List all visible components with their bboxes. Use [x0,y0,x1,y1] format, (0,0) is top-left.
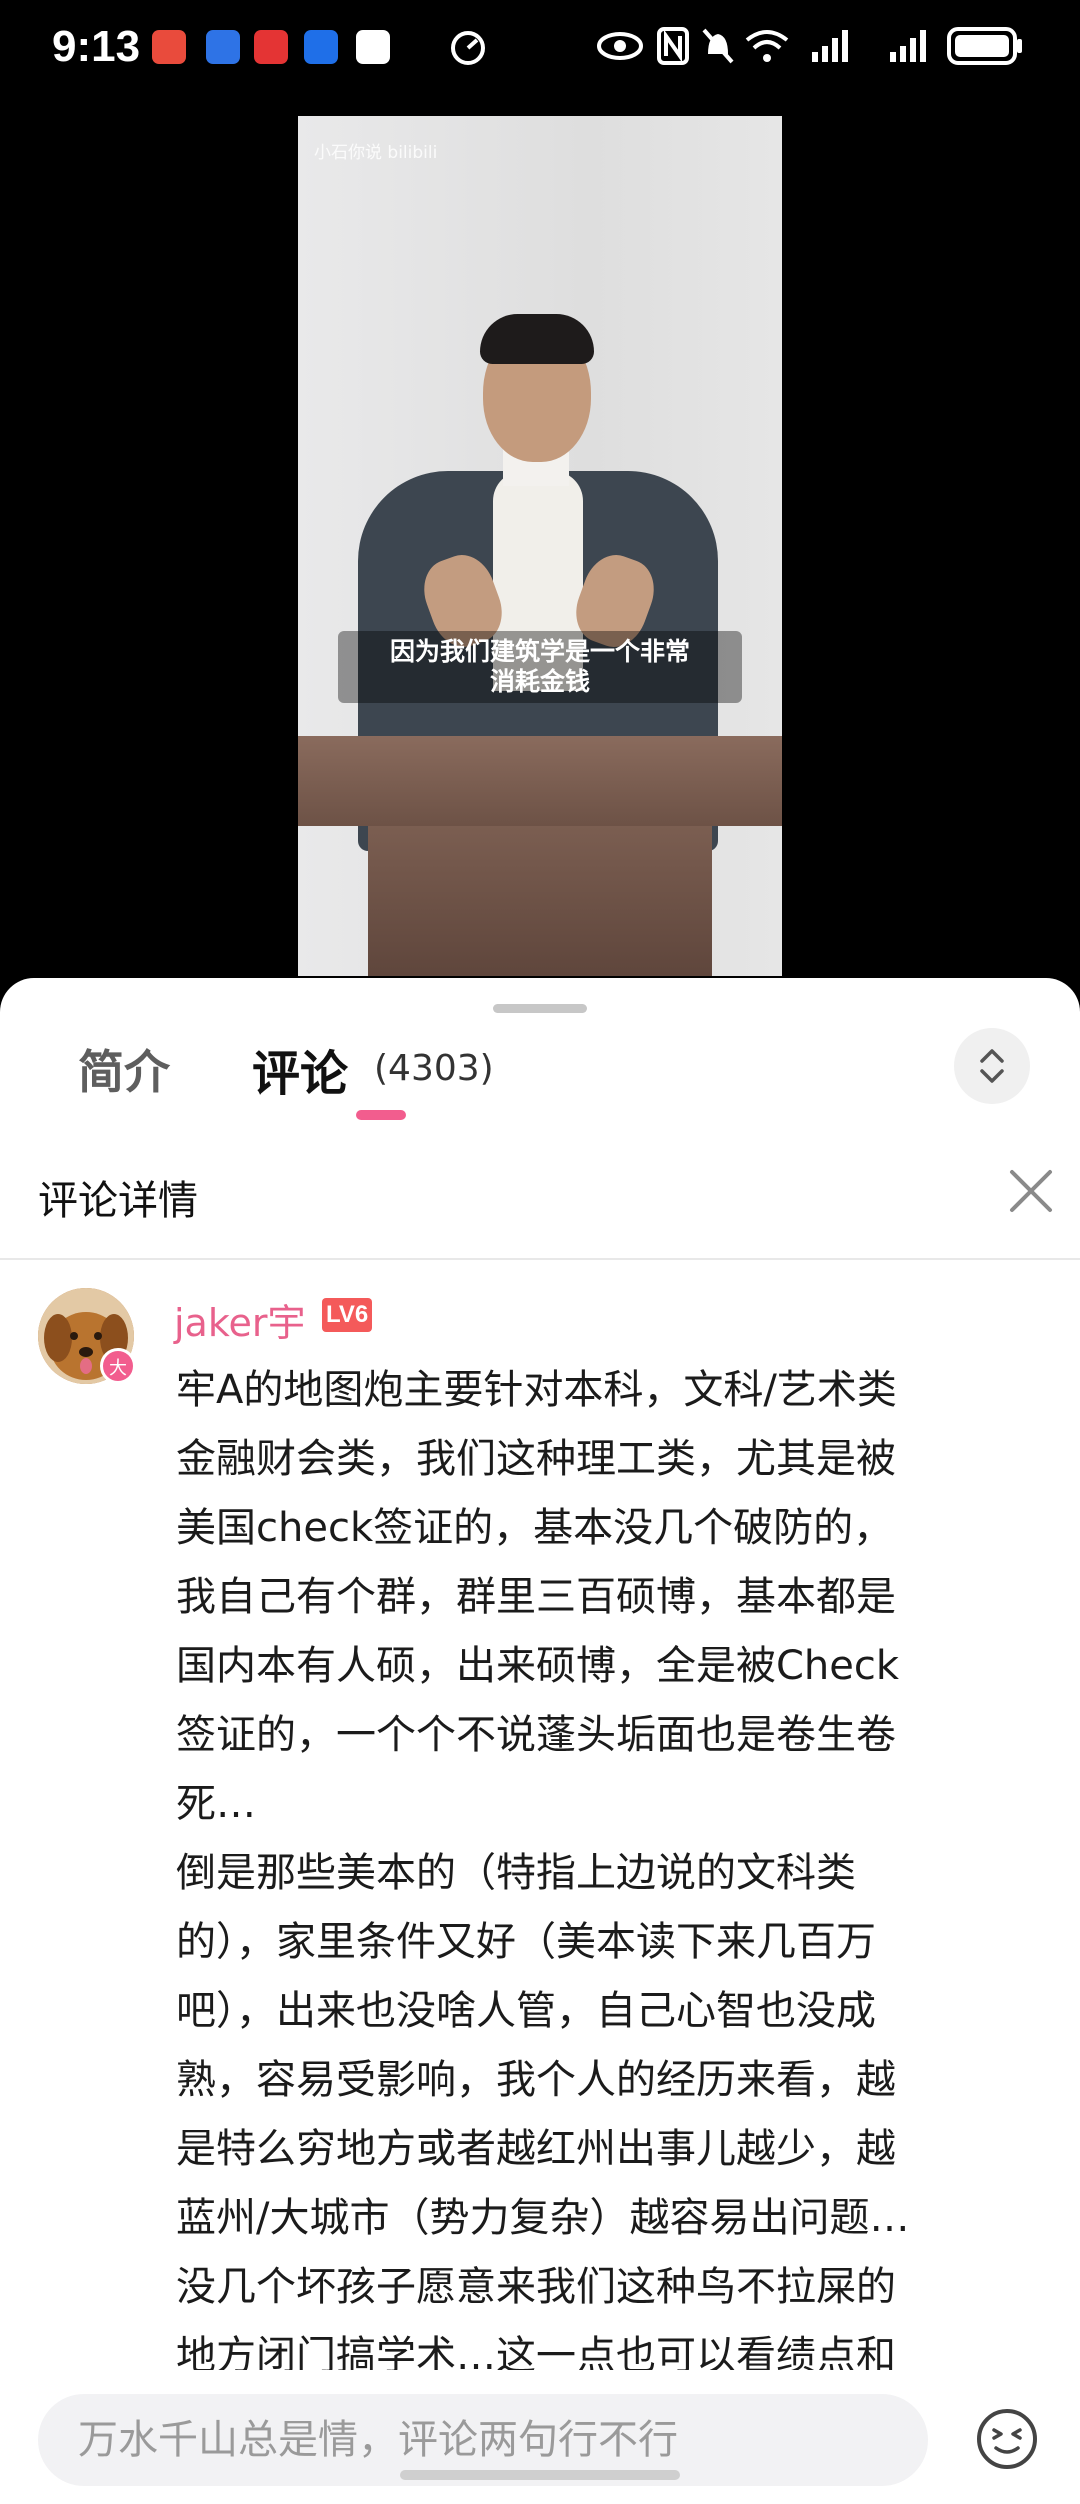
m-app-notification-icon [356,30,390,64]
comment-input-bar: 万水千山总是情，评论两句行不行 [0,2370,1080,2504]
panel-title: 评论详情 [38,1178,198,1224]
vip-badge: 大 [100,1348,136,1384]
video-player[interactable]: 小石你说 bilibili 因为我们建筑学是一个非常 消耗金钱 [298,116,782,976]
video-watermark: 小石你说 bilibili [314,143,438,163]
app-notification-icon [254,30,288,64]
signal-2-icon [890,30,926,62]
comment-count: (4303) [374,1048,494,1089]
bulb-notification-icon [304,30,338,64]
eye-icon [597,32,643,60]
expand-collapse-button[interactable] [954,1028,1030,1104]
video-subtitle: 因为我们建筑学是一个非常 消耗金钱 [338,631,742,703]
sheet-drag-handle[interactable] [493,1004,587,1013]
speed-icon [451,31,485,65]
emoji-icon[interactable] [974,2406,1040,2472]
tab-comments[interactable]: 评论 [252,1034,348,1104]
signal-1-icon [812,30,848,62]
app-notification-icon [206,30,240,64]
comments-sheet: 简介 评论 (4303) 评论详情 大 jaker宇 LV6 牢A的地图炮主要针… [0,978,1080,2504]
active-tab-indicator [356,1110,406,1120]
nfc-icon [657,27,689,65]
battery-icon [947,27,1022,65]
level-badge: LV6 [322,1298,373,1332]
missed-call-icon [152,30,186,64]
status-bar: 9:13 [0,0,1080,100]
comment-username[interactable]: jaker宇 [174,1292,306,1347]
tab-intro[interactable]: 简介 [78,1036,170,1102]
wifi-icon [745,30,789,62]
podium [298,736,782,826]
divider [0,1258,1080,1260]
mute-icon [702,28,734,64]
status-time: 9:13 [52,22,141,71]
close-icon[interactable] [1004,1164,1058,1218]
home-indicator[interactable] [400,2470,680,2480]
chevron-up-down-icon [980,1049,1004,1083]
comment-text: 牢A的地图炮主要针对本科，文科/艺术类 金融财会类，我们这种理工类，尤其是被 美… [176,1367,910,2379]
